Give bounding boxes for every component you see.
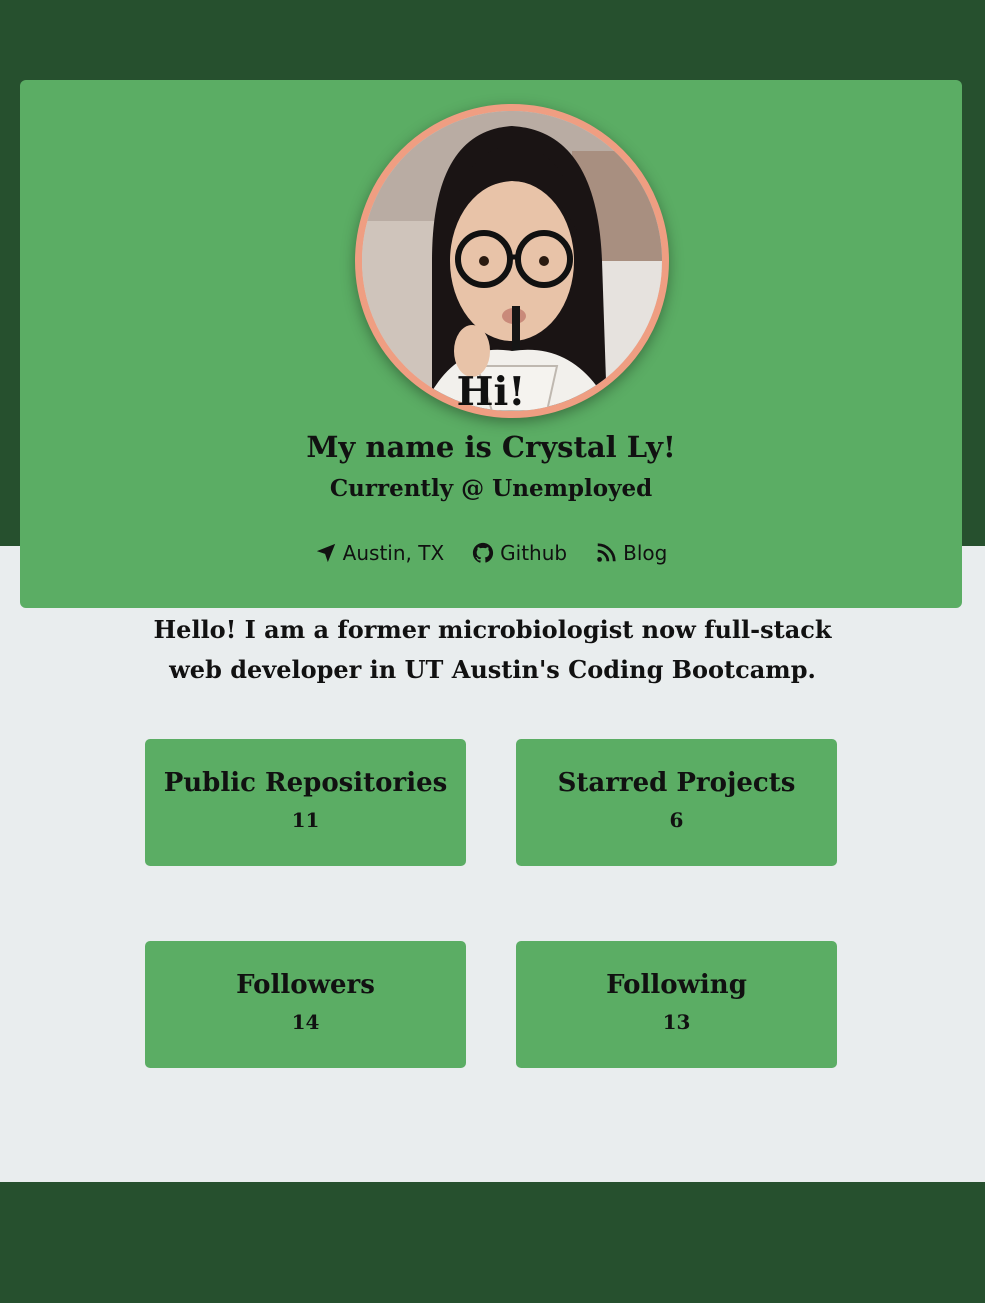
rss-icon [597, 543, 616, 562]
bio-text: Hello! I am a former microbiologist now … [153, 615, 832, 684]
stat-value: 13 [662, 1010, 691, 1034]
stat-card-followers: Followers 14 [145, 941, 466, 1068]
profile-links: Austin, TX Github Blog [20, 536, 962, 570]
github-link[interactable]: Github [472, 541, 567, 565]
location-label: Austin, TX [342, 541, 445, 565]
blog-label: Blog [623, 541, 668, 565]
footer [0, 1182, 985, 1303]
profile-card [20, 80, 962, 608]
stat-label: Following [606, 970, 747, 1000]
name-heading: My name is Crystal Ly! [306, 430, 676, 464]
stat-card-public-repositories: Public Repositories 11 [145, 739, 466, 866]
location-link[interactable]: Austin, TX [315, 541, 444, 565]
stat-label: Followers [236, 970, 375, 1000]
profile-photo [362, 111, 662, 411]
stat-value: 11 [291, 808, 320, 832]
greeting-heading: Hi! [456, 369, 526, 415]
blog-link[interactable]: Blog [595, 541, 667, 565]
stat-label: Starred Projects [557, 768, 796, 798]
location-arrow-icon [316, 543, 335, 563]
stat-value: 14 [291, 1010, 320, 1034]
stat-card-following: Following 13 [516, 941, 837, 1068]
stat-value: 6 [669, 808, 684, 832]
current-job: Currently @ Unemployed [329, 475, 653, 502]
github-icon [473, 542, 494, 563]
stat-card-starred-projects: Starred Projects 6 [516, 739, 837, 866]
stat-label: Public Repositories [163, 768, 448, 798]
github-label: Github [500, 541, 568, 565]
